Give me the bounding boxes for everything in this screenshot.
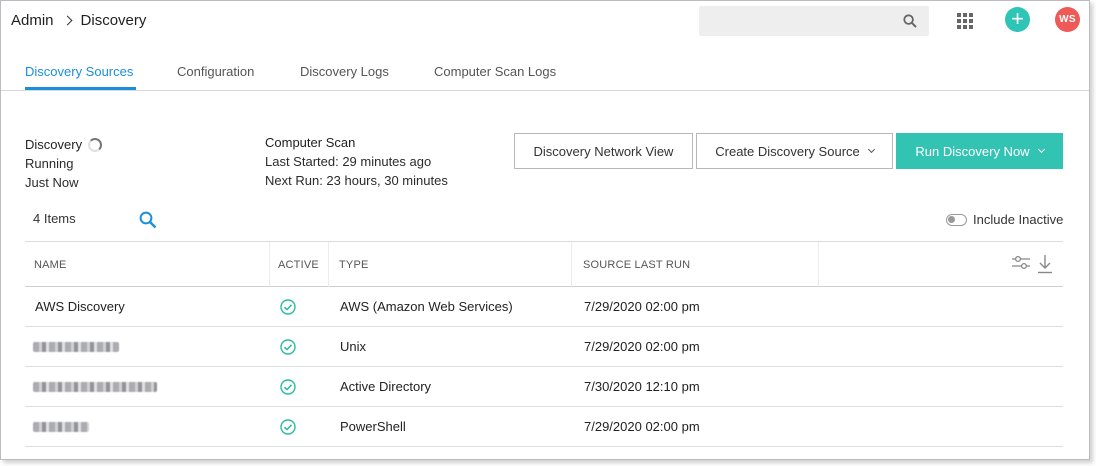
download-icon[interactable] — [1037, 254, 1053, 274]
redacted-source-name[interactable] — [33, 422, 89, 432]
create-discovery-source-button[interactable]: Create Discovery Source — [696, 133, 893, 169]
active-tab-indicator — [25, 87, 136, 90]
tab-bar: Discovery Sources Configuration Discover… — [1, 53, 1089, 91]
table-row[interactable]: PowerShell 7/29/2020 02:00 pm — [25, 407, 1063, 447]
table-row[interactable]: AWS Discovery AWS (Amazon Web Services) … — [25, 287, 1063, 327]
apps-grid-icon[interactable] — [957, 13, 973, 29]
global-search — [699, 6, 929, 36]
source-type: PowerShell — [340, 419, 406, 434]
table-row[interactable]: Unix 7/29/2020 02:00 pm — [25, 327, 1063, 367]
column-header-name[interactable]: NAME — [34, 259, 67, 271]
run-discovery-now-label: Run Discovery Now — [915, 143, 1030, 159]
tab-discovery-logs[interactable]: Discovery Logs — [300, 64, 389, 79]
table-header-tools — [1011, 254, 1053, 274]
chevron-down-icon — [1037, 145, 1045, 154]
run-discovery-now-button[interactable]: Run Discovery Now — [896, 133, 1063, 169]
app-window: Admin Discovery + WS Discovery Sources C… — [0, 0, 1090, 460]
create-discovery-source-label: Create Discovery Source — [715, 143, 860, 159]
tab-discovery-sources[interactable]: Discovery Sources — [25, 64, 133, 79]
column-header-type[interactable]: TYPE — [339, 259, 369, 271]
column-settings-icon[interactable] — [1011, 254, 1031, 272]
tab-computer-scan-logs[interactable]: Computer Scan Logs — [434, 64, 556, 79]
table-header: NAME ACTIVE TYPE SOURCE LAST RUN — [25, 241, 1063, 287]
discovery-status-title: Discovery — [25, 137, 83, 152]
discovery-status: Discovery Running Just Now — [25, 135, 103, 192]
computer-scan-status: Computer Scan Last Started: 29 minutes a… — [265, 133, 448, 190]
discovery-status-state: Running — [25, 156, 74, 171]
source-name-link[interactable]: AWS Discovery — [35, 299, 125, 314]
source-last-run: 7/30/2020 12:10 pm — [584, 379, 700, 394]
active-check-icon — [280, 379, 296, 395]
global-search-input[interactable] — [699, 6, 929, 36]
active-check-icon — [280, 419, 296, 435]
search-icon[interactable] — [903, 14, 917, 28]
source-type: AWS (Amazon Web Services) — [340, 299, 513, 314]
chevron-right-icon — [62, 15, 72, 26]
source-last-run: 7/29/2020 02:00 pm — [584, 339, 700, 354]
breadcrumb: Admin Discovery — [11, 12, 146, 29]
computer-scan-next-run: Next Run: 23 hours, 30 minutes — [265, 173, 448, 188]
chevron-down-icon — [867, 145, 875, 154]
table-row[interactable]: Active Directory 7/30/2020 12:10 pm — [25, 367, 1063, 407]
include-inactive-toggle[interactable] — [946, 213, 967, 226]
tab-configuration[interactable]: Configuration — [177, 64, 254, 79]
source-type: Active Directory — [340, 379, 432, 394]
column-header-active[interactable]: ACTIVE — [278, 259, 319, 271]
top-bar: Admin Discovery + WS — [1, 1, 1089, 41]
computer-scan-title: Computer Scan — [265, 135, 356, 150]
computer-scan-last-started: Last Started: 29 minutes ago — [265, 154, 432, 169]
loading-spinner-icon — [88, 137, 103, 152]
items-count: 4 Items — [33, 211, 76, 226]
redacted-source-name[interactable] — [33, 342, 119, 352]
discovery-network-view-button[interactable]: Discovery Network View — [514, 133, 693, 169]
redacted-source-name[interactable] — [33, 382, 157, 392]
column-header-source-last-run[interactable]: SOURCE LAST RUN — [583, 259, 690, 271]
source-last-run: 7/29/2020 02:00 pm — [584, 419, 700, 434]
discovery-status-when: Just Now — [25, 175, 79, 190]
active-check-icon — [280, 339, 296, 355]
user-avatar[interactable]: WS — [1055, 7, 1080, 32]
include-inactive-control: Include Inactive — [946, 212, 1063, 227]
source-type: Unix — [340, 339, 367, 354]
discovery-network-view-label: Discovery Network View — [533, 143, 674, 159]
include-inactive-label: Include Inactive — [973, 212, 1064, 227]
breadcrumb-current: Discovery — [80, 12, 147, 29]
breadcrumb-admin-link[interactable]: Admin — [11, 12, 54, 29]
add-button[interactable]: + — [1005, 7, 1030, 32]
source-last-run: 7/29/2020 02:00 pm — [584, 299, 700, 314]
search-icon[interactable] — [139, 211, 157, 229]
discovery-sources-table: NAME ACTIVE TYPE SOURCE LAST RUN AWS Dis… — [25, 241, 1063, 447]
active-check-icon — [280, 299, 296, 315]
